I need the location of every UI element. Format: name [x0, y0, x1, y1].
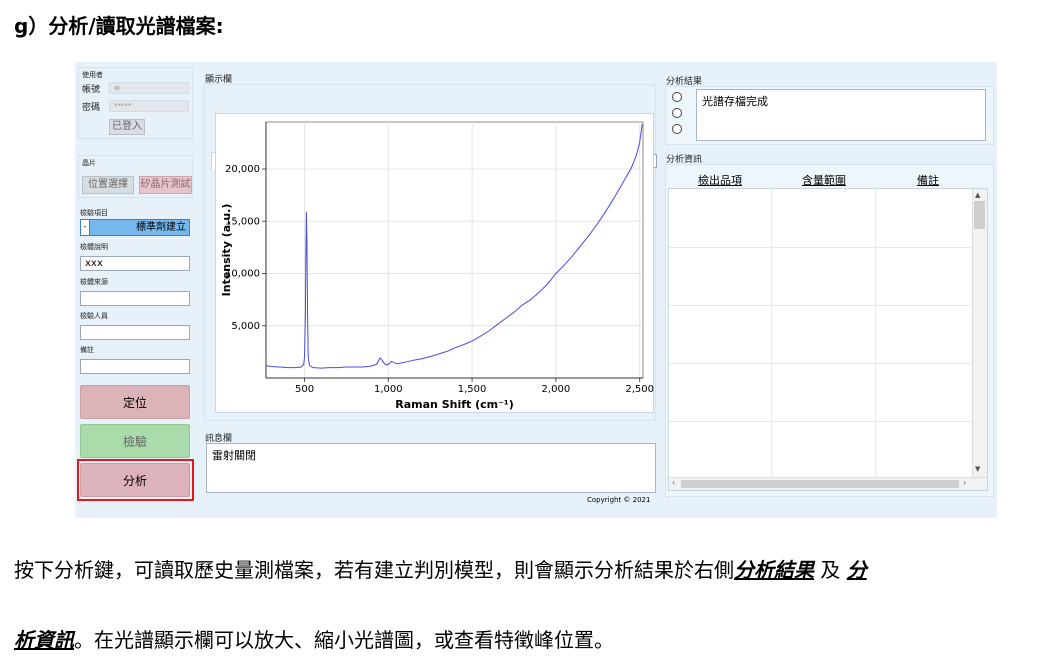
password-label: 密碼	[82, 103, 101, 113]
item-label: 檢驗項目	[80, 209, 108, 217]
connector-text: 及	[820, 558, 841, 582]
scroll-left-icon[interactable]: ‹	[672, 478, 675, 487]
result-box: 光譜存檔完成	[696, 89, 986, 141]
source-label: 檢體來源	[80, 278, 108, 286]
column-header-note[interactable]: 備註	[876, 172, 980, 188]
x-tick-label: 500	[295, 384, 314, 395]
horizontal-scrollbar[interactable]: ‹ ›	[669, 477, 987, 490]
item-select-value: 標準劑建立	[136, 222, 186, 233]
column-header-range[interactable]: 含量範圍	[772, 172, 876, 188]
description-text: 按下分析鍵，可讀取歷史量測檔案，若有建立判別模型，則會顯示分析結果於右側	[14, 558, 734, 582]
x-tick-label: 1,500	[458, 384, 487, 395]
column-divider	[771, 189, 772, 477]
position-select-button[interactable]: 位置選擇	[82, 176, 134, 194]
h-scrollbar-thumb[interactable]	[681, 480, 959, 488]
table-row-line	[669, 305, 972, 306]
page-heading: g）分析/讀取光譜檔案:	[14, 14, 224, 38]
chip-test-label: 矽晶片測試	[140, 179, 191, 190]
result-link-text: 分析結果	[734, 558, 814, 582]
message-text: 雷射關閉	[212, 449, 256, 462]
result-text: 光譜存檔完成	[702, 95, 768, 108]
scroll-right-icon[interactable]: ›	[963, 478, 966, 487]
table-row-line	[669, 363, 972, 364]
table-row-line	[669, 247, 972, 248]
description-field[interactable]: xxx	[80, 256, 190, 271]
spectrum-chart[interactable]: 500 1,000 1,500 2,000 2,5005,00010,00015,000…	[216, 114, 655, 414]
plot-area	[265, 121, 644, 379]
personnel-label: 檢驗人員	[80, 312, 108, 320]
description-line-1: 按下分析鍵，可讀取歷史量測檔案，若有建立判別模型，則會顯示分析結果於右側分析結果…	[14, 554, 867, 583]
result-radio-2[interactable]	[672, 124, 682, 134]
chip-group-title: 晶片	[82, 159, 96, 167]
description-line-2: 析資訊。在光譜顯示欄可以放大、縮小光譜圖，或查看特徵峰位置。	[14, 624, 614, 653]
result-radio-0[interactable]	[672, 92, 682, 102]
x-tick-label: 2,500	[625, 384, 654, 395]
app-window: 使用者 帳號 w 密碼 ***** 已登入 晶片 位置選擇 矽晶片測試 檢驗項目…	[75, 62, 997, 518]
vertical-scrollbar[interactable]: ▲ ▼	[972, 189, 987, 477]
scroll-up-icon[interactable]: ▲	[975, 191, 980, 199]
user-group-title: 使用者	[82, 71, 103, 79]
info-table-body: ▲ ▼ ‹ ›	[668, 188, 988, 491]
chip-test-button[interactable]: 矽晶片測試	[139, 176, 192, 194]
position-select-label: 位置選擇	[88, 179, 128, 190]
column-header-item[interactable]: 檢出品項	[668, 172, 772, 188]
result-radio-1[interactable]	[672, 108, 682, 118]
user-group: 使用者 帳號 w 密碼 ***** 已登入	[78, 67, 193, 139]
password-field[interactable]: *****	[109, 100, 189, 112]
description-label: 檢體說明	[80, 243, 108, 251]
scrollbar-thumb[interactable]	[974, 201, 985, 229]
analyze-button[interactable]: 分析	[80, 463, 190, 497]
table-row-line	[669, 421, 972, 422]
x-tick-label: 2,000	[542, 384, 571, 395]
info-table-header: 檢出品項 含量範圍 備註	[668, 168, 990, 188]
personnel-field[interactable]	[80, 325, 190, 340]
y-tick-label: 20,000	[225, 164, 260, 175]
info-link-text-part1: 分	[846, 558, 867, 582]
scroll-down-icon[interactable]: ▼	[975, 465, 980, 473]
item-select-dropdown-icon[interactable]: -	[81, 220, 90, 235]
item-select[interactable]: - 標準劑建立	[80, 219, 190, 236]
note-field[interactable]	[80, 359, 190, 374]
info-link-text-part2: 析資訊	[14, 628, 74, 652]
note-label: 備註	[80, 346, 94, 354]
inspect-button[interactable]: 檢驗	[80, 424, 190, 458]
y-axis-label: Intensity (a.u.)	[220, 204, 233, 297]
description-text-2: 。在光譜顯示欄可以放大、縮小光譜圖，或查看特徵峰位置。	[74, 628, 614, 652]
spectrum-plot[interactable]: 500 1,000 1,500 2,000 2,500 5,000 10,000 15,000…	[215, 113, 654, 413]
y-tick-label: 5,000	[231, 321, 260, 332]
x-tick-label: 1,000	[374, 384, 403, 395]
account-field[interactable]: w	[109, 82, 189, 94]
column-divider	[875, 189, 876, 477]
account-label: 帳號	[82, 85, 101, 95]
chip-group: 晶片 位置選擇 矽晶片測試	[78, 155, 193, 198]
copyright-text: Copyright © 2021	[587, 496, 651, 504]
login-button[interactable]: 已登入	[109, 119, 145, 135]
message-box: 雷射關閉	[206, 443, 656, 493]
source-field[interactable]	[80, 291, 190, 306]
x-axis-label: Raman Shift (cm⁻¹)	[395, 398, 514, 411]
locate-button[interactable]: 定位	[80, 385, 190, 419]
